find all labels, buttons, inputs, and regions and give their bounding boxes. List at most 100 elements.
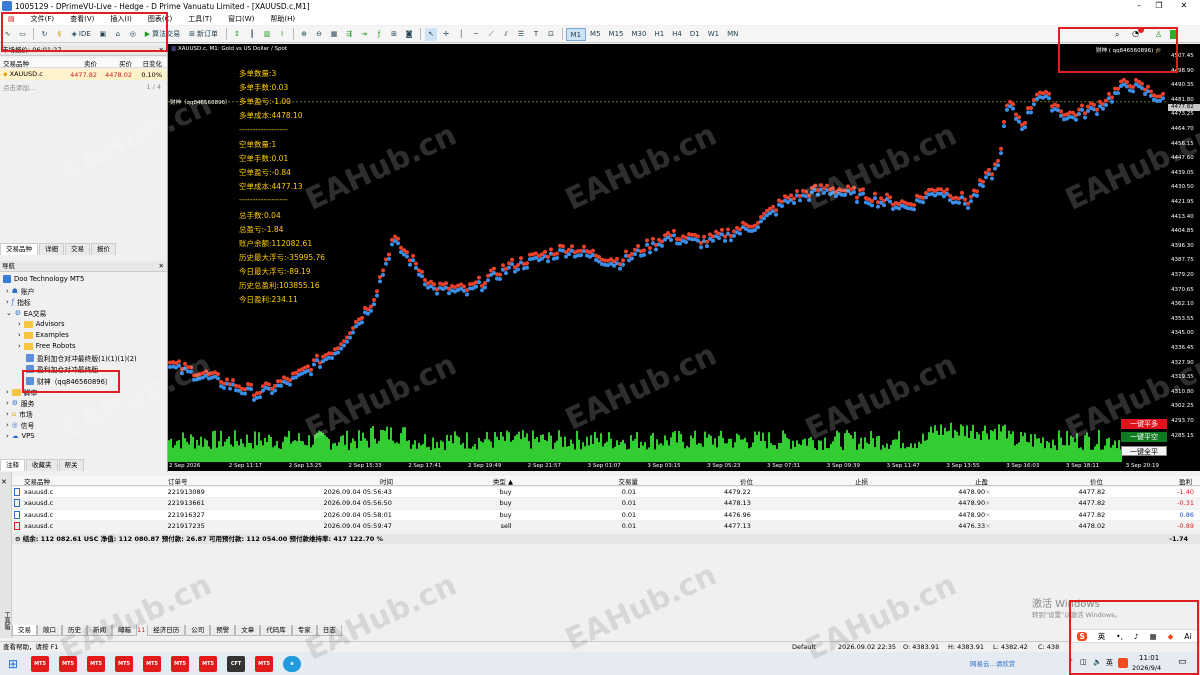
col-price[interactable]: 价位 xyxy=(638,476,753,485)
nav-advisors[interactable]: › Advisors xyxy=(18,320,65,328)
nav-expert-advisors[interactable]: ⌄ ⚙ EA交易 xyxy=(6,308,46,318)
nav-accounts[interactable]: › ☗ 账户 xyxy=(6,286,34,296)
terminal-tab[interactable]: 预警 xyxy=(210,625,236,636)
sogou-icon[interactable]: S xyxy=(1077,631,1087,641)
nav-broker[interactable]: Doo Technology MT5 xyxy=(3,275,84,283)
nav-vps[interactable]: › ☁ VPS xyxy=(6,432,35,440)
start-icon[interactable]: ⊞ xyxy=(8,657,18,671)
search-icon[interactable]: ⌕ xyxy=(1115,30,1119,40)
tf-m15[interactable]: M15 xyxy=(605,28,628,41)
templates-icon[interactable]: ▭ xyxy=(17,28,29,41)
chart-type-icon[interactable]: ∿ xyxy=(2,28,14,41)
indicators-icon[interactable]: ƒ xyxy=(373,28,385,41)
channel-icon[interactable]: ⫽ xyxy=(500,28,512,41)
terminal-tab[interactable]: 交易 xyxy=(12,625,37,636)
tab-trading[interactable]: 交易 xyxy=(65,243,90,255)
text-icon[interactable]: T xyxy=(530,28,542,41)
position-row[interactable]: xauusd.c 221913089 2026.09.04 05:56:43 buy 0… xyxy=(12,487,1200,497)
terminal-tab[interactable]: 日志 xyxy=(316,625,342,636)
menu-tools[interactable]: 工具(T) xyxy=(180,14,220,24)
nav-ea-caishen[interactable]: 财神（qq846560896） xyxy=(26,376,112,386)
bar-chart-icon[interactable]: ┃ xyxy=(246,28,258,41)
col-type[interactable]: 类型 ▲ xyxy=(393,476,513,485)
notification-center-icon[interactable]: ▭ xyxy=(1178,657,1187,667)
skin-icon[interactable]: ◆ xyxy=(1168,632,1174,641)
col-symbol[interactable]: 交易品种 xyxy=(12,476,168,485)
mt5-app-icon[interactable]: MT5 xyxy=(59,655,78,672)
market-watch-row[interactable]: ⬥ XAUUSD.c 4477.82 4478.02 0.10% xyxy=(0,69,167,80)
mt5-app-icon[interactable]: MT5 xyxy=(171,655,190,672)
terminal-tab[interactable]: 文章 xyxy=(235,625,261,636)
nav-services[interactable]: › ⚙ 服务 xyxy=(6,398,34,408)
signals-icon[interactable]: ◎ xyxy=(127,28,139,41)
menu-window[interactable]: 窗口(W) xyxy=(220,14,262,24)
close-long-button[interactable]: 一键平多 xyxy=(1121,419,1167,429)
nav-scripts[interactable]: › 脚本 xyxy=(6,387,37,397)
clock-time[interactable]: 11:01 xyxy=(1139,654,1159,662)
nav-indicators[interactable]: › ƒ 指标 xyxy=(6,297,31,307)
terminal-tab[interactable]: 敞口 xyxy=(37,625,62,636)
mt5-app-icon[interactable]: MT5 xyxy=(87,655,106,672)
tray-chevron-icon[interactable]: ⌃ xyxy=(1068,658,1074,666)
menu-file[interactable]: 文件(F) xyxy=(23,14,63,24)
position-row[interactable]: xauusd.c 221916327 2026.09.04 05:58:01 buy 0… xyxy=(12,509,1200,520)
cursor-icon[interactable]: ↖ xyxy=(425,27,438,41)
algo-trading-button[interactable]: ▶ 算法交易 xyxy=(142,28,183,41)
col-profit[interactable]: 盈利 xyxy=(1103,476,1198,485)
nav-examples[interactable]: › Examples xyxy=(18,331,69,339)
col-time[interactable]: 时间 xyxy=(228,476,393,485)
ea-tag[interactable]: 财神 ( qq846560896) 🎓 xyxy=(1096,46,1162,54)
refresh-icon[interactable]: ↻ xyxy=(39,28,51,41)
mt5-app-icon[interactable]: MT5 xyxy=(199,655,218,672)
new-order-button[interactable]: ⊞ 新订单 xyxy=(186,28,221,41)
hline-icon[interactable]: ─ xyxy=(470,28,482,41)
maximize-button[interactable]: ❐ xyxy=(1145,0,1173,12)
tf-mn[interactable]: MN xyxy=(723,28,742,41)
close-icon[interactable]: ✕ xyxy=(159,261,164,272)
mic-icon[interactable]: ♪ xyxy=(1134,632,1139,641)
tf-h4[interactable]: H4 xyxy=(668,28,686,41)
sogou-tray-icon[interactable] xyxy=(1118,658,1128,668)
tf-m1[interactable]: M1 xyxy=(565,27,587,41)
nav-signals[interactable]: › ◎ 信号 xyxy=(6,420,34,430)
tab-details[interactable]: 详细 xyxy=(39,243,64,255)
tab-ticks[interactable]: 报价 xyxy=(91,243,116,255)
col-sl[interactable]: 止损 xyxy=(753,476,868,485)
ime-indicator[interactable]: 英 xyxy=(1106,658,1113,668)
network-icon[interactable]: ◫ xyxy=(1080,658,1087,666)
mt5-app-icon[interactable]: MT5 xyxy=(143,655,162,672)
keyboard-icon[interactable]: ▦ xyxy=(1150,632,1157,641)
objects-icon[interactable]: ⊞ xyxy=(388,28,400,41)
tf-d1[interactable]: D1 xyxy=(686,28,704,41)
close-icon[interactable]: ✕ xyxy=(159,45,164,56)
tf-h1[interactable]: H1 xyxy=(650,28,668,41)
terminal-tab[interactable]: 经济日历 xyxy=(147,625,186,636)
tf-m5[interactable]: M5 xyxy=(586,28,605,41)
zoom-in-icon[interactable]: ⊕ xyxy=(298,28,310,41)
tf-m30[interactable]: M30 xyxy=(628,28,651,41)
vline-icon[interactable]: │ xyxy=(455,28,467,41)
close-short-button[interactable]: 一键平空 xyxy=(1121,432,1167,442)
add-symbol-row[interactable]: 点击添加... 1 / 4 xyxy=(0,81,167,92)
mt5-app-icon[interactable]: MT5 xyxy=(255,655,274,672)
col-symbol[interactable]: 交易品种 xyxy=(0,58,62,68)
terminal-tab[interactable]: 新闻 xyxy=(87,625,112,636)
ime-lang[interactable]: 英 xyxy=(1098,631,1106,642)
menu-charts[interactable]: 图表(C) xyxy=(140,14,180,24)
position-row[interactable]: xauusd.c 221913661 2026.09.04 05:56:50 buy 0… xyxy=(12,498,1200,509)
volume-icon[interactable]: 🔈 xyxy=(1093,658,1102,666)
shift-icon[interactable]: ⇥ xyxy=(358,28,370,41)
close-button[interactable]: ✕ xyxy=(1170,0,1198,12)
tab-common[interactable]: 注释 xyxy=(0,459,25,471)
ide-button[interactable]: ◈ IDE xyxy=(69,28,94,41)
col-bid[interactable]: 卖价 xyxy=(62,58,97,68)
nav-market[interactable]: › ⌂ 市场 xyxy=(6,409,33,419)
screenshot-icon[interactable]: ◙ xyxy=(403,28,415,41)
nav-ea-2[interactable]: 盈利加仓对冲最终版 xyxy=(26,364,98,374)
terminal-tab[interactable]: 公司 xyxy=(185,625,211,636)
trendline-icon[interactable]: ⟋ xyxy=(485,28,497,41)
terminal-tab[interactable]: 历史 xyxy=(62,625,87,636)
mt5-app-icon[interactable]: MT5 xyxy=(115,655,134,672)
tf-w1[interactable]: W1 xyxy=(704,28,723,41)
tab-favorites[interactable]: 收藏夹 xyxy=(26,459,58,471)
